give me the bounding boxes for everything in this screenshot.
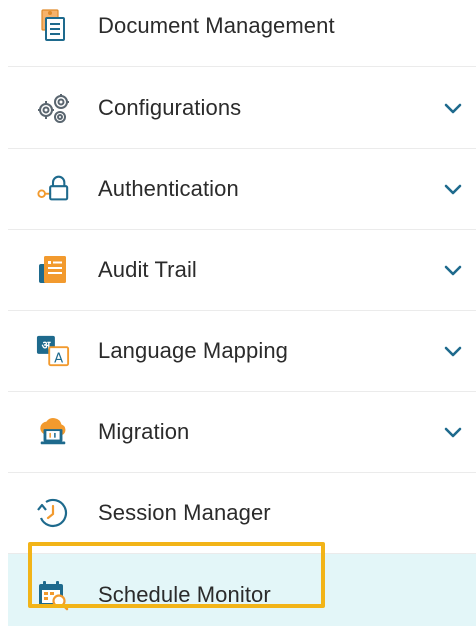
menu-item-label: Audit Trail xyxy=(98,257,197,282)
menu-item-session-manager[interactable]: Session Manager xyxy=(8,473,476,554)
menu-item-language-mapping[interactable]: अ A Language Mapping xyxy=(8,311,476,392)
chevron-down-icon[interactable] xyxy=(442,178,464,200)
chevron-down-icon[interactable] xyxy=(442,97,464,119)
menu-item-authentication[interactable]: Authentication xyxy=(8,149,476,230)
menu-item-label: Language Mapping xyxy=(98,338,288,363)
menu-item-schedule-monitor[interactable]: Schedule Monitor xyxy=(8,554,476,626)
audit-notebook-icon xyxy=(36,253,70,287)
menu-item-label: Configurations xyxy=(98,95,242,120)
menu-item-label: Schedule Monitor xyxy=(98,582,271,607)
svg-text:A: A xyxy=(54,351,63,366)
menu-item-document-management[interactable]: Document Management xyxy=(8,0,476,67)
cloud-migration-icon xyxy=(36,415,70,449)
document-stack-icon xyxy=(36,9,70,43)
key-lock-icon xyxy=(36,172,70,206)
chevron-down-icon[interactable] xyxy=(442,340,464,362)
chevron-down-icon[interactable] xyxy=(442,259,464,281)
gears-icon xyxy=(36,91,70,125)
language-translate-icon: अ A xyxy=(36,334,70,368)
admin-settings-menu: Document Management Configurations Authe… xyxy=(0,0,476,626)
menu-item-label: Document Management xyxy=(98,13,335,38)
menu-item-audit-trail[interactable]: Audit Trail xyxy=(8,230,476,311)
chevron-down-icon[interactable] xyxy=(442,421,464,443)
menu-item-label: Session Manager xyxy=(98,500,271,525)
calendar-search-icon xyxy=(36,578,70,612)
menu-item-configurations[interactable]: Configurations xyxy=(8,68,476,149)
session-history-icon xyxy=(36,496,70,530)
menu-item-label: Authentication xyxy=(98,176,239,201)
menu-item-label: Migration xyxy=(98,419,190,444)
menu-item-migration[interactable]: Migration xyxy=(8,392,476,473)
